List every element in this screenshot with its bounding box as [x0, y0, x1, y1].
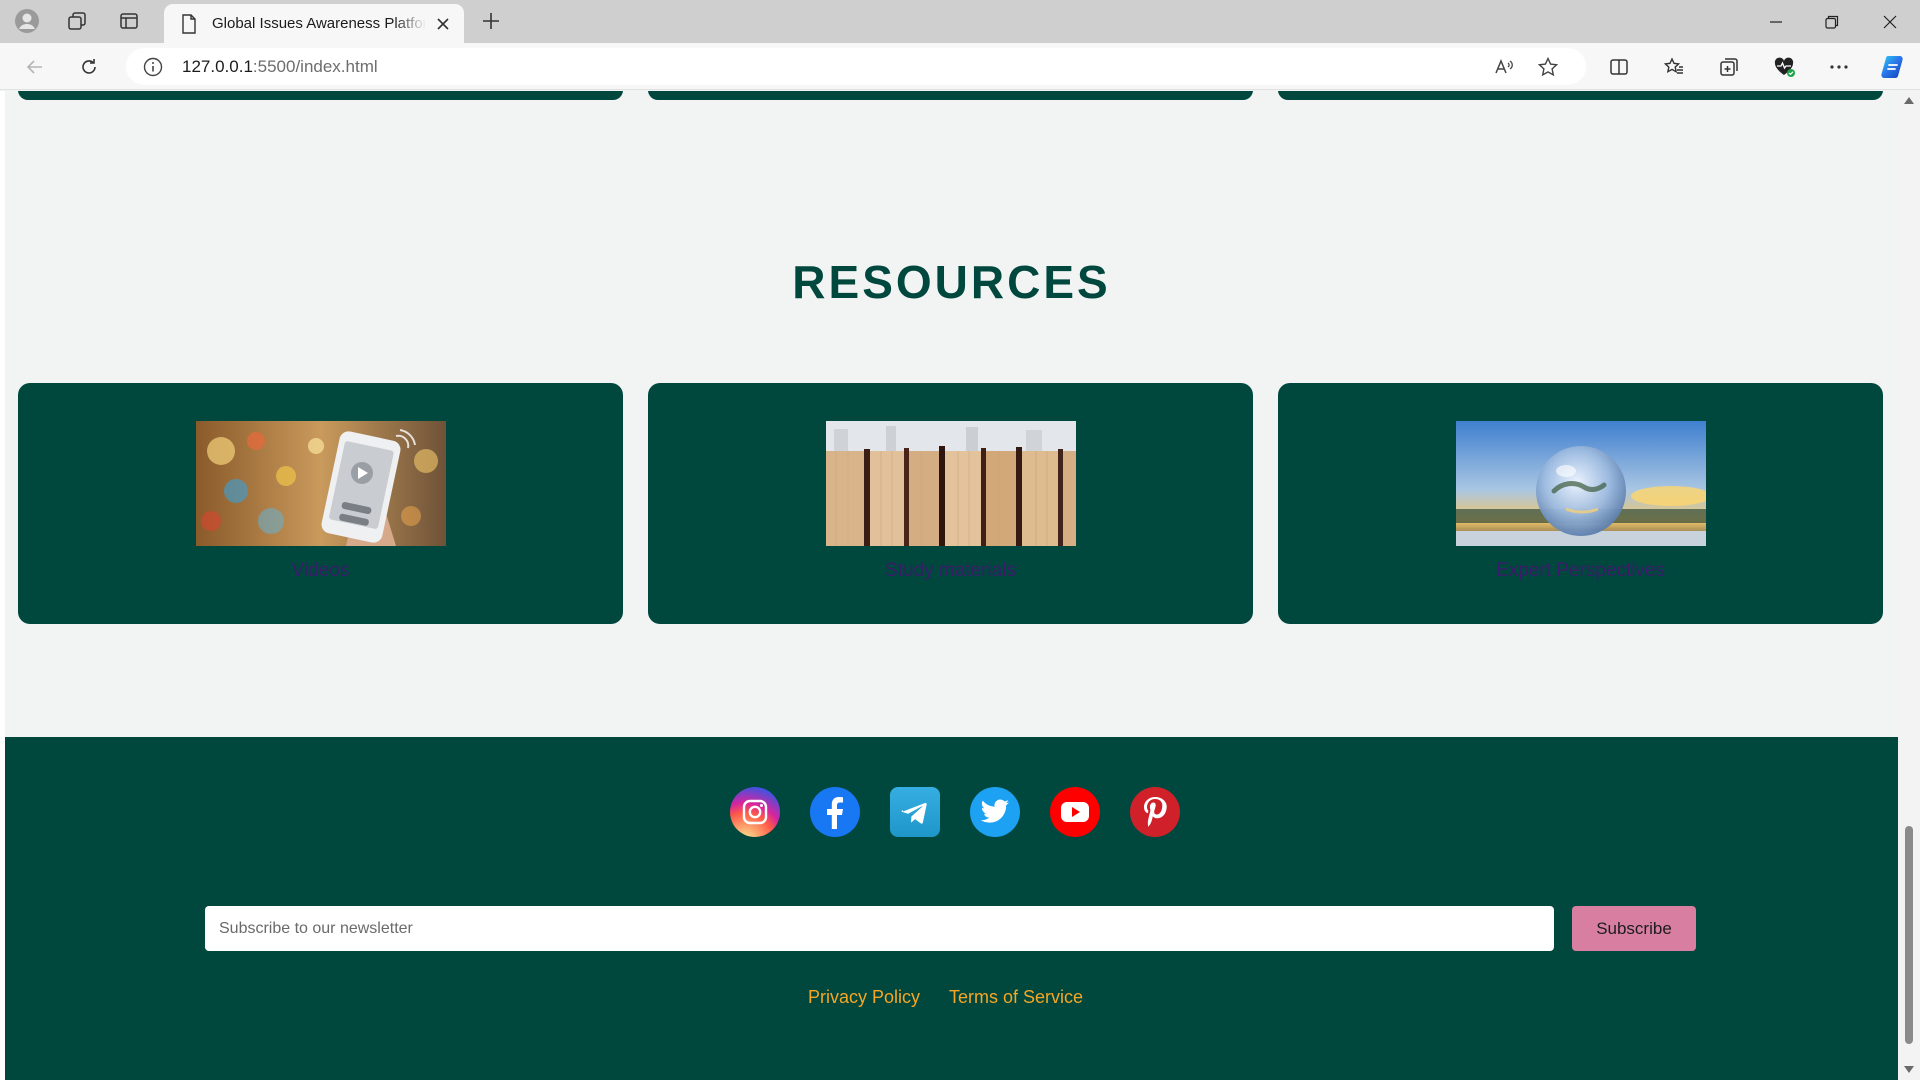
- split-screen-icon: [1610, 59, 1628, 75]
- study-materials-link[interactable]: Study materials: [885, 560, 1016, 582]
- facebook-icon[interactable]: [810, 787, 860, 837]
- back-arrow-icon: [26, 60, 42, 74]
- url-host: 127.0.0.1: [182, 56, 253, 76]
- refresh-button[interactable]: [72, 51, 106, 83]
- tab-title: Global Issues Awareness Platform: [212, 15, 426, 32]
- footer: Subscribe Privacy Policy Terms of Servic…: [5, 737, 1898, 1080]
- minimize-icon: [1770, 20, 1782, 23]
- read-aloud-button[interactable]: [1489, 52, 1519, 82]
- copilot-button[interactable]: [1876, 51, 1910, 83]
- page-viewport: RESOURCES Videos Study materials Expert …: [0, 91, 1898, 1080]
- browser-essentials-button[interactable]: [1767, 51, 1801, 83]
- instagram-icon[interactable]: [730, 787, 780, 837]
- active-tab[interactable]: Global Issues Awareness Platform: [164, 4, 464, 43]
- new-tab-button[interactable]: [476, 7, 506, 35]
- back-button[interactable]: [18, 51, 52, 83]
- newsletter-email-input[interactable]: [205, 906, 1554, 951]
- scroll-up-arrow-icon[interactable]: [1903, 95, 1915, 107]
- heart-pulse-icon: [1774, 57, 1795, 77]
- url-path: :5500/index.html: [252, 56, 378, 76]
- expert-perspectives-link[interactable]: Expert Perspectives: [1496, 560, 1665, 582]
- books-photo: [825, 421, 1076, 546]
- more-options-button[interactable]: [1822, 51, 1856, 83]
- page-scrollbar[interactable]: [1898, 91, 1920, 1080]
- read-aloud-icon: [1495, 59, 1513, 74]
- scroll-down-arrow-icon[interactable]: [1903, 1063, 1915, 1075]
- close-tab-icon[interactable]: [434, 15, 452, 33]
- restore-button[interactable]: [1804, 0, 1860, 43]
- profile-icon: [15, 9, 39, 33]
- refresh-icon: [82, 59, 96, 74]
- workspaces-button[interactable]: [62, 7, 92, 35]
- collections-icon: [1720, 58, 1738, 76]
- previous-section-card: [18, 91, 623, 100]
- info-icon[interactable]: [142, 56, 164, 78]
- youtube-icon[interactable]: [1050, 787, 1100, 837]
- previous-section-card: [648, 91, 1253, 100]
- telegram-icon[interactable]: [890, 787, 940, 837]
- resources-heading: RESOURCES: [792, 256, 1111, 308]
- twitter-icon[interactable]: [970, 787, 1020, 837]
- pinterest-icon[interactable]: [1130, 787, 1180, 837]
- favorites-icon: [1663, 57, 1683, 74]
- url-field[interactable]: 127.0.0.1:5500/index.html: [126, 48, 1586, 85]
- browser-tab-bar: Global Issues Awareness Platform: [0, 0, 1920, 43]
- star-icon: [1537, 56, 1559, 77]
- address-bar: 127.0.0.1:5500/index.html: [0, 43, 1920, 90]
- phone-video-photo: [195, 421, 446, 546]
- ellipsis-icon: [1830, 65, 1848, 69]
- subscribe-button[interactable]: Subscribe: [1572, 906, 1696, 951]
- split-screen-button[interactable]: [1602, 51, 1636, 83]
- workspaces-icon: [68, 12, 86, 30]
- resource-card-study-materials[interactable]: Study materials: [648, 383, 1253, 624]
- footer-links: Privacy Policy Terms of Service: [5, 987, 1898, 1008]
- previous-section-card: [1278, 91, 1883, 100]
- plus-icon: [483, 13, 499, 29]
- copilot-icon: [1881, 56, 1903, 78]
- vertical-tabs-icon: [120, 13, 138, 29]
- tab-actions-button[interactable]: [114, 7, 144, 35]
- scroll-thumb[interactable]: [1905, 826, 1913, 1044]
- glass-globe-photo: [1455, 421, 1706, 546]
- terms-of-service-link[interactable]: Terms of Service: [949, 987, 1083, 1008]
- close-window-button[interactable]: [1862, 0, 1918, 43]
- favorites-button[interactable]: [1657, 51, 1691, 83]
- resource-card-videos[interactable]: Videos: [18, 383, 623, 624]
- videos-link[interactable]: Videos: [292, 560, 350, 582]
- privacy-policy-link[interactable]: Privacy Policy: [808, 987, 920, 1008]
- profile-button[interactable]: [12, 7, 42, 35]
- page-icon: [182, 13, 196, 34]
- restore-icon: [1825, 15, 1839, 29]
- resource-card-expert-perspectives[interactable]: Expert Perspectives: [1278, 383, 1883, 624]
- collections-button[interactable]: [1712, 51, 1746, 83]
- close-icon: [1883, 15, 1897, 28]
- favorite-button[interactable]: [1533, 52, 1563, 82]
- minimize-button[interactable]: [1748, 0, 1804, 43]
